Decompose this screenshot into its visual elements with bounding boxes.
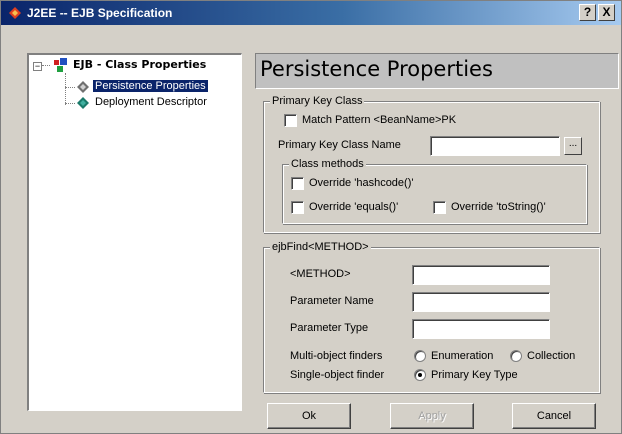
parameter-type-label: Parameter Type: [290, 322, 369, 334]
diamond-icon: [77, 81, 89, 93]
navigation-tree[interactable]: − EJB - Class Properties Persistence Pro…: [27, 53, 242, 411]
match-pattern-checkbox[interactable]: [284, 114, 297, 127]
match-pattern-label: Match Pattern <BeanName>PK: [302, 114, 457, 126]
enumeration-label: Enumeration: [431, 350, 494, 362]
group-legend: Class methods: [289, 158, 366, 170]
override-equals-label: Override 'equals()': [309, 201, 399, 213]
collection-radio[interactable]: [510, 350, 522, 362]
tree-item-deployment[interactable]: Deployment Descriptor: [29, 95, 239, 111]
primary-key-class-name-label: Primary Key Class Name: [278, 139, 401, 151]
title-bar[interactable]: J2EE -- EJB Specification ? X: [1, 1, 621, 25]
primary-key-class-group: Primary Key Class Match Pattern <BeanNam…: [263, 95, 600, 233]
primary-key-type-label: Primary Key Type: [431, 369, 518, 381]
collection-label: Collection: [527, 350, 576, 362]
window-title: J2EE -- EJB Specification: [27, 6, 173, 20]
radio-selected-dot: [418, 373, 422, 377]
ok-button[interactable]: Ok: [267, 403, 351, 429]
help-button[interactable]: ?: [579, 4, 596, 21]
java-app-icon: [9, 7, 21, 19]
tree-item-persistence[interactable]: Persistence Properties: [29, 79, 239, 95]
close-button[interactable]: X: [598, 4, 615, 21]
override-tostring-checkbox[interactable]: [433, 201, 446, 214]
browse-button[interactable]: ...: [564, 137, 582, 155]
override-equals-checkbox[interactable]: [291, 201, 304, 214]
apply-button[interactable]: Apply: [390, 403, 474, 429]
diamond-icon: [77, 97, 89, 109]
tree-root-row[interactable]: − EJB - Class Properties: [29, 57, 239, 73]
parameter-type-input[interactable]: [412, 319, 550, 339]
tree-item-label: Persistence Properties: [93, 80, 208, 92]
primary-key-class-name-input[interactable]: [430, 136, 560, 156]
parameter-name-input[interactable]: [412, 292, 550, 312]
enumeration-radio[interactable]: [414, 350, 426, 362]
multi-object-finders-label: Multi-object finders: [290, 350, 383, 362]
page-header: Persistence Properties: [255, 53, 619, 89]
single-object-finder-label: Single-object finder: [290, 369, 385, 381]
ejbfind-method-group: ejbFind<METHOD> <METHOD> Parameter Name …: [263, 241, 600, 393]
override-hashcode-checkbox[interactable]: [291, 177, 304, 190]
primary-key-type-radio[interactable]: [414, 369, 426, 381]
group-legend: Primary Key Class: [270, 95, 365, 107]
cancel-button[interactable]: Cancel: [512, 403, 596, 429]
collapse-icon[interactable]: −: [33, 62, 42, 71]
override-hashcode-label: Override 'hashcode()': [309, 177, 414, 189]
group-legend: ejbFind<METHOD>: [270, 241, 371, 253]
override-tostring-label: Override 'toString()': [451, 201, 546, 213]
tree-root-label: EJB - Class Properties: [73, 58, 207, 71]
tree-item-label: Deployment Descriptor: [95, 96, 207, 108]
method-input[interactable]: [412, 265, 550, 285]
page-title: Persistence Properties: [260, 57, 493, 81]
class-methods-group: Class methods Override 'hashcode()' Over…: [282, 158, 587, 224]
parameter-name-label: Parameter Name: [290, 295, 374, 307]
method-label: <METHOD>: [290, 268, 351, 280]
class-properties-icon: [54, 58, 67, 72]
ejb-specification-window: J2EE -- EJB Specification ? X − EJB - Cl…: [0, 0, 622, 434]
